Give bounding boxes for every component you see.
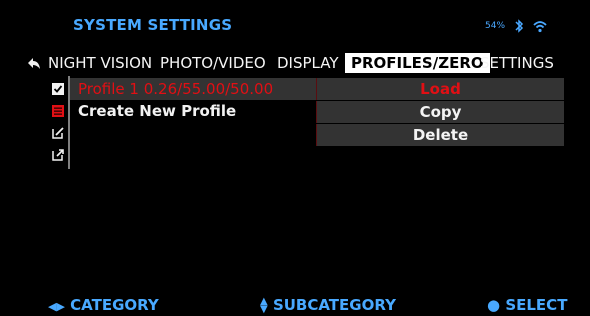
footer-select: ● SELECT bbox=[487, 296, 567, 314]
bluetooth-icon bbox=[513, 19, 525, 33]
footer-subcategory: ▲ ▼ SUBCATEGORY bbox=[260, 296, 396, 314]
back-icon[interactable] bbox=[27, 55, 41, 69]
profile-row-selected[interactable]: Profile 1 0.26/55.00/50.00 bbox=[70, 78, 316, 100]
category-tabs: NIGHT VISION PHOTO/VIDEO DISPLAY PROFILE… bbox=[0, 53, 590, 73]
tab-settings[interactable]: SETTINGS bbox=[480, 53, 554, 73]
left-right-arrows-icon: ◀▶ bbox=[48, 300, 65, 313]
tab-night-vision[interactable]: NIGHT VISION bbox=[48, 53, 152, 73]
add-profile-icon[interactable] bbox=[48, 101, 68, 121]
delete-button[interactable]: Delete bbox=[316, 124, 564, 146]
export-icon[interactable] bbox=[48, 145, 68, 165]
tab-display[interactable]: DISPLAY bbox=[277, 53, 339, 73]
footer-subcategory-label: SUBCATEGORY bbox=[272, 296, 396, 314]
tab-photo-video[interactable]: PHOTO/VIDEO bbox=[160, 53, 266, 73]
tab-profiles-zero[interactable]: PROFILES/ZERO bbox=[345, 53, 490, 73]
wifi-icon bbox=[533, 20, 547, 33]
checkbox-checked-icon[interactable] bbox=[48, 79, 68, 99]
footer-category-label: CATEGORY bbox=[70, 296, 159, 314]
page-title: SYSTEM SETTINGS bbox=[73, 16, 233, 34]
up-down-arrows-icon: ▲ ▼ bbox=[260, 295, 268, 315]
footer-category: ◀▶ CATEGORY bbox=[48, 296, 159, 314]
dot-icon: ● bbox=[487, 296, 501, 314]
status-bar: 54% bbox=[485, 18, 547, 34]
create-new-profile-row[interactable]: Create New Profile bbox=[70, 100, 316, 122]
battery-indicator: 54% bbox=[485, 21, 506, 31]
load-button[interactable]: Load bbox=[316, 78, 564, 100]
copy-button[interactable]: Copy bbox=[316, 101, 564, 123]
system-settings-screen: SYSTEM SETTINGS 54% NIGHT VISION PHOTO/V… bbox=[0, 0, 590, 314]
edit-icon[interactable] bbox=[48, 123, 68, 143]
footer-select-label: SELECT bbox=[505, 296, 568, 314]
